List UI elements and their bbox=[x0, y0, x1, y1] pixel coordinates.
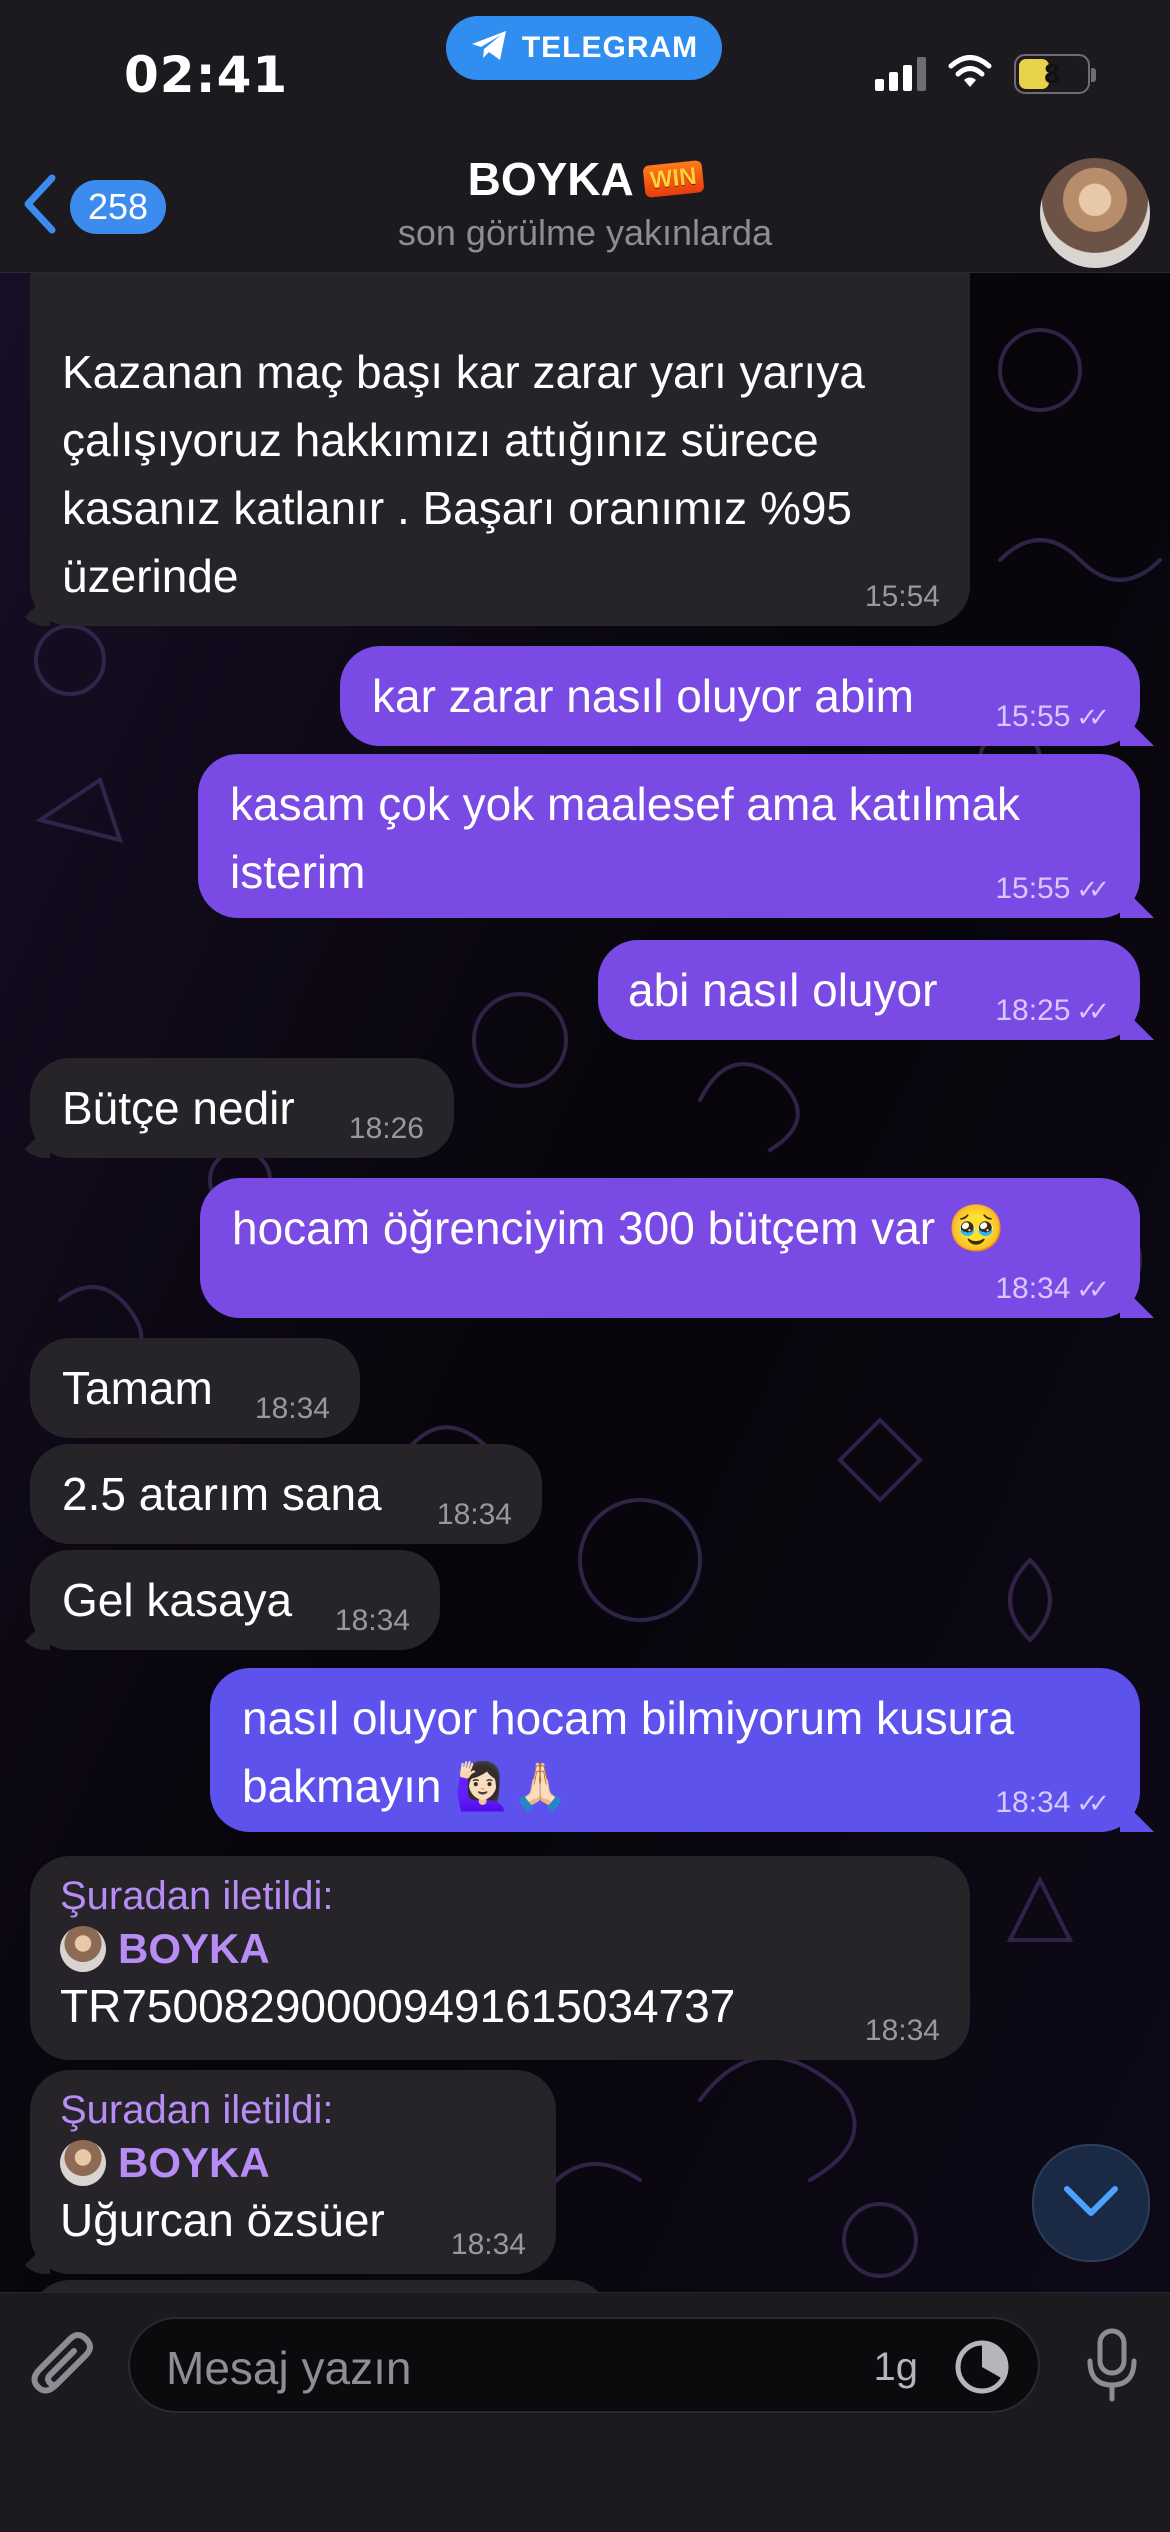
message-time: 18:34 bbox=[995, 1786, 1071, 1819]
message-incoming[interactable]: Kazanan maç başı kar zarar yarı yarıya ç… bbox=[30, 236, 970, 626]
message-text: hocam öğrenciyim 300 bütçem var 🥹 bbox=[232, 1202, 1006, 1254]
forwarded-label: Şuradan iletildi: bbox=[60, 1874, 334, 1918]
message-text: Gel kasaya bbox=[62, 1574, 293, 1626]
forwarded-from-name: BOYKA bbox=[118, 1925, 270, 1972]
message-time: 18:26 bbox=[348, 1112, 424, 1145]
message-outgoing[interactable]: kasam çok yok maalesef ama katılmak iste… bbox=[198, 754, 1140, 918]
double-check-icon: ✓✓ bbox=[1076, 1274, 1109, 1304]
message-time: 18:34 bbox=[254, 1392, 330, 1425]
win-emoji-badge: WIN bbox=[642, 160, 704, 198]
scroll-to-bottom-button[interactable] bbox=[1032, 2144, 1150, 2262]
forwarded-avatar bbox=[60, 2140, 106, 2186]
message-outgoing[interactable]: kar zarar nasıl oluyor abim 15:55 ✓✓ bbox=[340, 646, 1140, 746]
auto-delete-timer-label[interactable]: 1g bbox=[874, 2345, 919, 2390]
message-time: 18:34 bbox=[436, 1498, 512, 1531]
message-outgoing[interactable]: nasıl oluyor hocam bilmiyorum kusura bak… bbox=[210, 1668, 1140, 1832]
message-incoming[interactable]: Tamam 18:34 bbox=[30, 1338, 360, 1438]
forwarded-from[interactable]: BOYKA bbox=[60, 1922, 940, 1976]
message-time: 15:55 bbox=[995, 700, 1071, 733]
message-text: 2.5 atarım sana bbox=[62, 1468, 382, 1520]
message-text: kar zarar nasıl oluyor abim bbox=[372, 670, 914, 722]
message-time: 18:25 bbox=[995, 994, 1071, 1027]
chat-screen: 02:41 TELEGRAM 8 258 BOYKA WIN son görül… bbox=[0, 0, 1170, 2532]
telegram-plane-icon bbox=[470, 29, 510, 68]
message-placeholder: Mesaj yazın bbox=[166, 2342, 412, 2394]
microphone-icon[interactable] bbox=[1084, 2327, 1140, 2408]
forwarded-label: Şuradan iletildi: bbox=[60, 2088, 334, 2132]
forwarded-avatar bbox=[60, 1926, 106, 1972]
chat-title-block[interactable]: BOYKA WIN son görülme yakınlarda bbox=[0, 152, 1170, 254]
message-text: TR750082900009491615034737 bbox=[60, 1980, 736, 2032]
message-outgoing[interactable]: abi nasıl oluyor 18:25 ✓✓ bbox=[598, 940, 1140, 1040]
double-check-icon: ✓✓ bbox=[1076, 1788, 1109, 1818]
message-time: 18:34 bbox=[864, 2014, 940, 2047]
message-time: 15:54 bbox=[864, 580, 940, 613]
contact-avatar[interactable] bbox=[1040, 158, 1150, 268]
message-text: Kazanan maç başı kar zarar yarı yarıya ç… bbox=[62, 346, 865, 602]
forwarded-from[interactable]: BOYKA bbox=[60, 2136, 526, 2190]
message-outgoing[interactable]: hocam öğrenciyim 300 bütçem var 🥹 18:34 ✓… bbox=[200, 1178, 1140, 1318]
message-time: 15:55 bbox=[995, 872, 1071, 905]
message-text: kasam çok yok maalesef ama katılmak iste… bbox=[230, 778, 1020, 898]
paperclip-icon[interactable] bbox=[30, 2329, 100, 2410]
wifi-icon bbox=[948, 54, 992, 94]
telegram-pill-label: TELEGRAM bbox=[521, 31, 699, 64]
status-icons: 8 bbox=[875, 54, 1096, 94]
message-text: abi nasıl oluyor bbox=[628, 964, 938, 1016]
navigation-header: 02:41 TELEGRAM 8 258 BOYKA WIN son görül… bbox=[0, 0, 1170, 273]
clock-icon[interactable] bbox=[952, 2337, 1012, 2402]
message-incoming[interactable]: 2.5 atarım sana 18:34 bbox=[30, 1444, 542, 1544]
telegram-status-pill[interactable]: TELEGRAM bbox=[446, 16, 722, 80]
double-check-icon: ✓✓ bbox=[1076, 996, 1109, 1026]
status-time: 02:41 bbox=[124, 46, 289, 104]
message-text: Bütçe nedir bbox=[62, 1082, 295, 1134]
battery-icon: 8 bbox=[1014, 54, 1096, 94]
forwarded-message[interactable]: Şuradan iletildi: BOYKA Uğurcan özsüer 1… bbox=[30, 2070, 556, 2274]
cellular-signal-icon bbox=[875, 57, 926, 91]
message-time: 18:34 bbox=[450, 2228, 526, 2261]
double-check-icon: ✓✓ bbox=[1076, 874, 1109, 904]
last-seen-status: son görülme yakınlarda bbox=[397, 212, 773, 253]
message-text: Tamam bbox=[62, 1362, 213, 1414]
message-input[interactable]: Mesaj yazın 1g bbox=[128, 2317, 1040, 2413]
forwarded-message[interactable]: Şuradan iletildi: BOYKA TR75008290000949… bbox=[30, 1856, 970, 2060]
message-incoming[interactable]: Gel kasaya 18:34 bbox=[30, 1550, 440, 1650]
forwarded-from-name: BOYKA bbox=[118, 2139, 270, 2186]
battery-level: 8 bbox=[1044, 58, 1060, 89]
message-composer: Mesaj yazın 1g bbox=[0, 2292, 1170, 2532]
message-time: 18:34 bbox=[995, 1272, 1071, 1305]
chat-title: BOYKA bbox=[467, 153, 634, 205]
double-check-icon: ✓✓ bbox=[1076, 702, 1109, 732]
chevron-down-icon bbox=[1061, 2183, 1121, 2224]
message-incoming[interactable]: Bütçe nedir 18:26 bbox=[30, 1058, 454, 1158]
message-time: 18:34 bbox=[334, 1604, 410, 1637]
message-text: nasıl oluyor hocam bilmiyorum kusura bak… bbox=[242, 1692, 1015, 1812]
